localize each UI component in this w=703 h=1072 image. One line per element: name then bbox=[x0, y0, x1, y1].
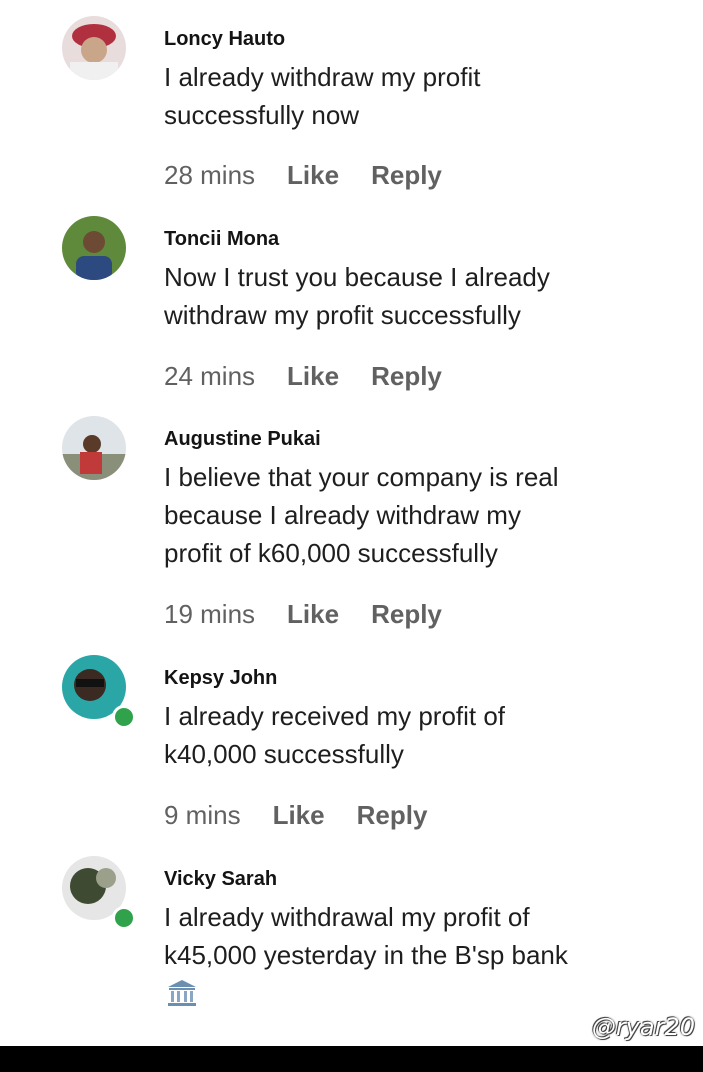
comment-text: Now I trust you because I already withdr… bbox=[164, 258, 550, 334]
comment-text-line: withdraw my profit successfully bbox=[164, 300, 521, 330]
comment-text-line: I already withdrawal my profit of bbox=[164, 902, 530, 932]
comment-text-line: I already received my profit of bbox=[164, 701, 506, 731]
comment-text-line: I believe that your company is real bbox=[164, 462, 559, 492]
comment-meta: 28 mins Like Reply bbox=[164, 160, 442, 191]
comment-text-line: profit of k60,000 successfully bbox=[164, 538, 498, 568]
watermark: @ryar20 bbox=[591, 1013, 695, 1041]
like-button[interactable]: Like bbox=[287, 599, 339, 630]
comment-text: I already withdrawal my profit of k45,00… bbox=[164, 898, 568, 974]
comment-text: I already withdraw my profit successfull… bbox=[164, 58, 480, 134]
online-status-indicator bbox=[112, 705, 136, 729]
comment-meta: 19 mins Like Reply bbox=[164, 599, 442, 630]
comment-author[interactable]: Augustine Pukai bbox=[164, 428, 321, 451]
reply-button[interactable]: Reply bbox=[371, 160, 442, 191]
comment-author[interactable]: Vicky Sarah bbox=[164, 868, 277, 891]
comment-timestamp: 28 mins bbox=[164, 160, 256, 190]
bank-icon bbox=[168, 980, 196, 1006]
avatar[interactable] bbox=[62, 416, 126, 480]
bottom-bar bbox=[0, 1046, 703, 1072]
comment-text: I believe that your company is real beca… bbox=[164, 458, 559, 572]
comment-text: I already received my profit of k40,000 … bbox=[164, 697, 505, 773]
comment-text-line: Now I trust you because I already bbox=[164, 262, 550, 292]
comment-timestamp: 19 mins bbox=[164, 599, 256, 629]
comment-timestamp: 24 mins bbox=[164, 361, 256, 391]
comment-author[interactable]: Loncy Hauto bbox=[164, 28, 285, 51]
comment-meta: 24 mins Like Reply bbox=[164, 361, 442, 392]
comment-text-line: successfully now bbox=[164, 100, 360, 130]
comment-author[interactable]: Kepsy John bbox=[164, 667, 277, 690]
comment-text-line: k40,000 successfully bbox=[164, 739, 404, 769]
comment-author[interactable]: Toncii Mona bbox=[164, 228, 279, 251]
reply-button[interactable]: Reply bbox=[357, 800, 428, 831]
reply-button[interactable]: Reply bbox=[371, 599, 442, 630]
comment-text-line: k45,000 yesterday in the B'sp bank bbox=[164, 940, 568, 970]
like-button[interactable]: Like bbox=[273, 800, 325, 831]
online-status-indicator bbox=[112, 906, 136, 930]
comment-timestamp: 9 mins bbox=[164, 800, 241, 830]
comment-meta: 9 mins Like Reply bbox=[164, 800, 427, 831]
like-button[interactable]: Like bbox=[287, 160, 339, 191]
comment-text-line: because I already withdraw my bbox=[164, 500, 521, 530]
like-button[interactable]: Like bbox=[287, 361, 339, 392]
avatar[interactable] bbox=[62, 216, 126, 280]
avatar[interactable] bbox=[62, 16, 126, 80]
comment-text-line: I already withdraw my profit bbox=[164, 62, 481, 92]
reply-button[interactable]: Reply bbox=[371, 361, 442, 392]
